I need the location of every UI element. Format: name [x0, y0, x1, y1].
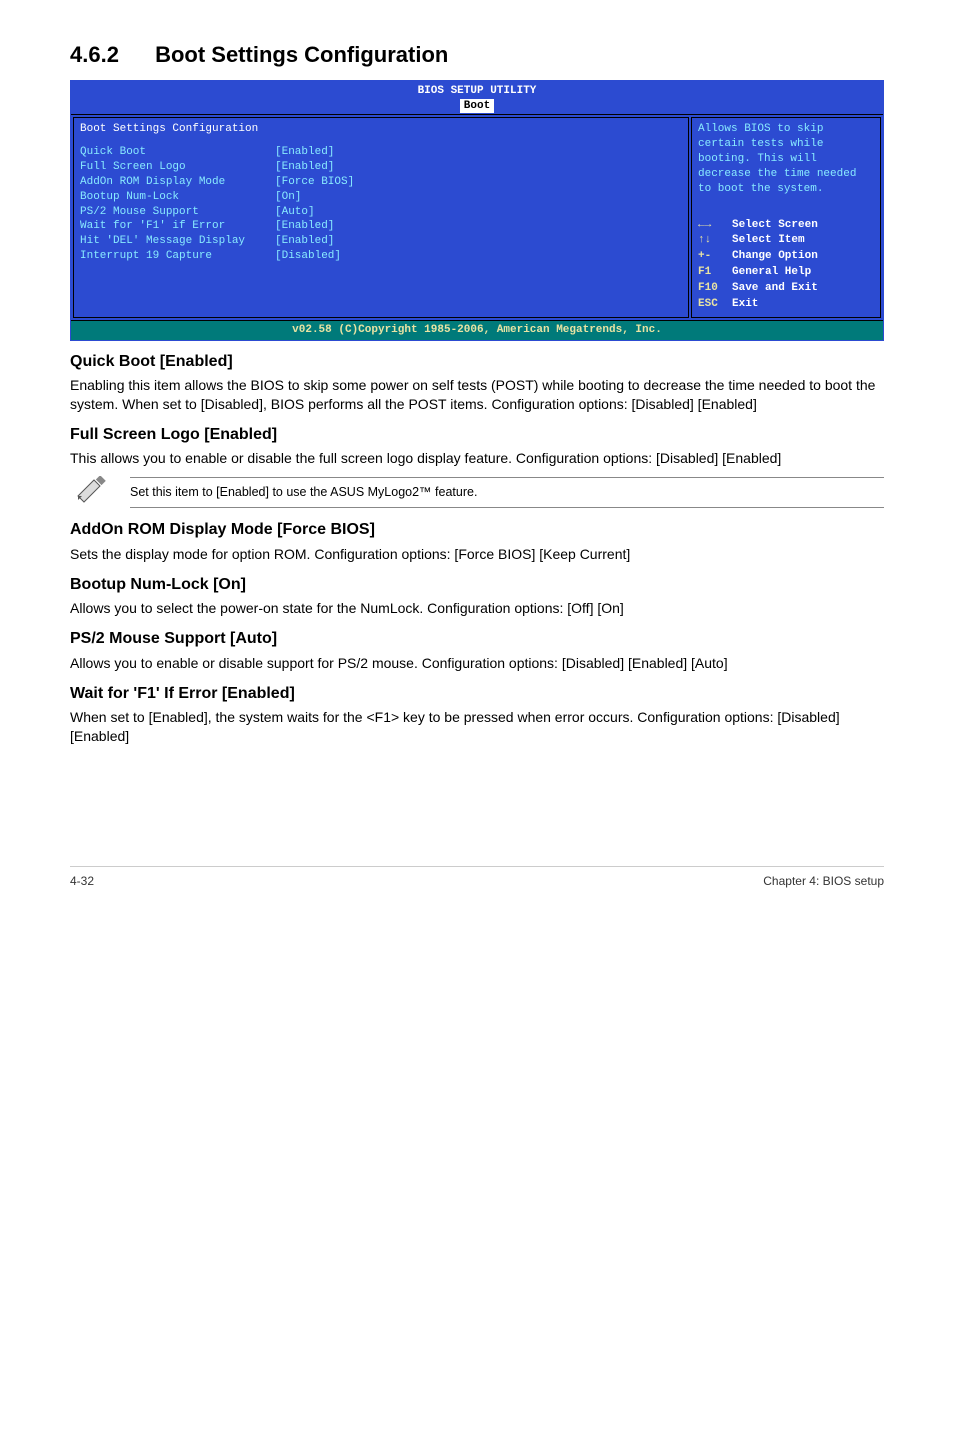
bios-row: PS/2 Mouse Support[Auto]: [80, 205, 682, 220]
bios-row: Interrupt 19 Capture[Disabled]: [80, 249, 682, 264]
bios-header-title: BIOS SETUP UTILITY: [71, 84, 883, 99]
full-screen-logo-body: This allows you to enable or disable the…: [70, 449, 884, 468]
bios-row-label: Full Screen Logo: [80, 160, 275, 175]
bios-help-key-symbol: ←→: [698, 218, 732, 233]
bios-row-label: Interrupt 19 Capture: [80, 249, 275, 264]
bios-help-key-symbol: +-: [698, 249, 732, 264]
bios-rows: Quick Boot[Enabled]Full Screen Logo[Enab…: [80, 145, 682, 264]
bios-row-label: AddOn ROM Display Mode: [80, 175, 275, 190]
page-number: 4-32: [70, 873, 94, 889]
bios-screenshot: BIOS SETUP UTILITY Boot Boot Settings Co…: [70, 80, 884, 341]
bios-row-value: [On]: [275, 190, 301, 205]
section-title-text: Boot Settings Configuration: [155, 42, 448, 67]
addon-rom-body: Sets the display mode for option ROM. Co…: [70, 545, 884, 564]
bios-row-label: PS/2 Mouse Support: [80, 205, 275, 220]
bios-row-value: [Enabled]: [275, 145, 334, 160]
bios-help-key-symbol: ↑↓: [698, 233, 732, 248]
bios-row: Wait for 'F1' if Error[Enabled]: [80, 219, 682, 234]
bootup-numlock-heading: Bootup Num-Lock [On]: [70, 574, 884, 596]
bios-help-key-text: Change Option: [732, 249, 818, 264]
bios-row-value: [Enabled]: [275, 219, 334, 234]
bios-row: Quick Boot[Enabled]: [80, 145, 682, 160]
bios-help-key-text: Exit: [732, 297, 758, 312]
bios-help-key-text: Select Screen: [732, 218, 818, 233]
bios-left-panel: Boot Settings Configuration Quick Boot[E…: [73, 117, 689, 317]
bios-row-label: Bootup Num-Lock: [80, 190, 275, 205]
bootup-numlock-body: Allows you to select the power-on state …: [70, 599, 884, 618]
wait-f1-body: When set to [Enabled], the system waits …: [70, 708, 884, 746]
ps2-mouse-heading: PS/2 Mouse Support [Auto]: [70, 628, 884, 650]
bios-row: Hit 'DEL' Message Display[Enabled]: [80, 234, 682, 249]
bios-row-value: [Force BIOS]: [275, 175, 354, 190]
note-text: Set this item to [Enabled] to use the AS…: [130, 477, 884, 508]
bios-row-value: [Enabled]: [275, 234, 334, 249]
bios-row: AddOn ROM Display Mode[Force BIOS]: [80, 175, 682, 190]
bios-row-label: Hit 'DEL' Message Display: [80, 234, 275, 249]
quick-boot-heading: Quick Boot [Enabled]: [70, 351, 884, 373]
addon-rom-heading: AddOn ROM Display Mode [Force BIOS]: [70, 519, 884, 541]
bios-help-key-text: Select Item: [732, 233, 805, 248]
quick-boot-body: Enabling this item allows the BIOS to sk…: [70, 376, 884, 414]
bios-row-value: [Auto]: [275, 205, 315, 220]
note-row: Set this item to [Enabled] to use the AS…: [70, 476, 884, 509]
bios-help-key-symbol: F1: [698, 265, 732, 280]
bios-help-keys: ←→Select Screen↑↓Select Item+-Change Opt…: [698, 217, 874, 313]
bios-help-key-line: ESCExit: [698, 297, 874, 312]
bios-tab-boot: Boot: [460, 99, 494, 114]
bios-help-key-symbol: ESC: [698, 297, 732, 312]
bios-help-key-symbol: F10: [698, 281, 732, 296]
pencil-note-icon: [70, 476, 130, 509]
bios-help-key-line: ←→Select Screen: [698, 218, 874, 233]
bios-row: Full Screen Logo[Enabled]: [80, 160, 682, 175]
bios-footer: v02.58 (C)Copyright 1985-2006, American …: [71, 321, 883, 340]
section-number: 4.6.2: [70, 40, 119, 70]
chapter-label: Chapter 4: BIOS setup: [763, 873, 884, 889]
bios-row: Bootup Num-Lock[On]: [80, 190, 682, 205]
bios-help-key-line: +-Change Option: [698, 249, 874, 264]
bios-right-panel: Allows BIOS to skip certain tests while …: [691, 117, 881, 317]
wait-f1-heading: Wait for 'F1' If Error [Enabled]: [70, 683, 884, 705]
page-footer: 4-32 Chapter 4: BIOS setup: [70, 866, 884, 889]
bios-header: BIOS SETUP UTILITY Boot: [71, 81, 883, 115]
bios-help-key-line: F10Save and Exit: [698, 281, 874, 296]
bios-row-label: Wait for 'F1' if Error: [80, 219, 275, 234]
bios-left-title: Boot Settings Configuration: [80, 122, 682, 137]
bios-help-key-text: Save and Exit: [732, 281, 818, 296]
full-screen-logo-heading: Full Screen Logo [Enabled]: [70, 424, 884, 446]
bios-help-key-line: ↑↓Select Item: [698, 233, 874, 248]
section-heading: 4.6.2 Boot Settings Configuration: [70, 40, 884, 70]
bios-row-value: [Enabled]: [275, 160, 334, 175]
bios-help-text: Allows BIOS to skip certain tests while …: [698, 122, 874, 196]
bios-help-key-text: General Help: [732, 265, 811, 280]
bios-help-key-line: F1General Help: [698, 265, 874, 280]
ps2-mouse-body: Allows you to enable or disable support …: [70, 654, 884, 673]
bios-row-value: [Disabled]: [275, 249, 341, 264]
bios-row-label: Quick Boot: [80, 145, 275, 160]
